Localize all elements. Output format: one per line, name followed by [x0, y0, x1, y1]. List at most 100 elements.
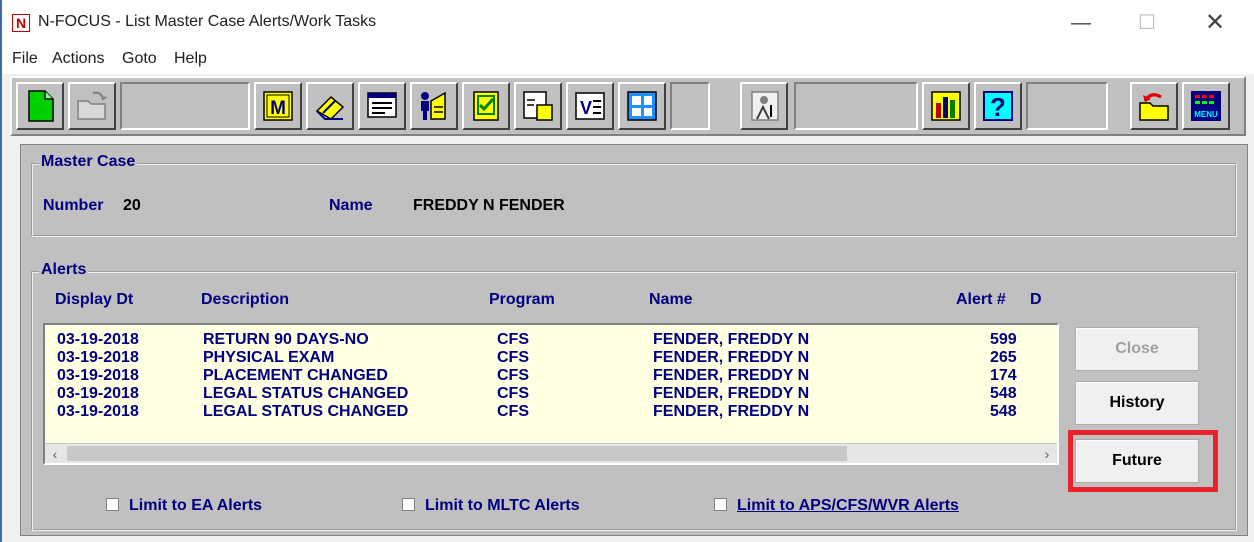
grid-window-icon: [627, 91, 657, 121]
eraser-button[interactable]: [306, 82, 354, 130]
menu-icon: MENU: [1191, 91, 1221, 121]
svg-text:M: M: [270, 98, 286, 119]
row-description: PHYSICAL EXAM: [203, 349, 335, 366]
scroll-right-arrow-icon[interactable]: ›: [1037, 444, 1057, 463]
main-menu-button[interactable]: MENU: [1182, 82, 1230, 130]
checklist-icon: [473, 91, 499, 121]
limit-mltc-checkbox[interactable]: Limit to MLTC Alerts: [402, 497, 580, 515]
checklist-button[interactable]: [462, 82, 510, 130]
menu-file[interactable]: File: [12, 50, 38, 68]
horizontal-scrollbar[interactable]: ‹ ›: [45, 443, 1057, 463]
row-alert-number: 548: [990, 385, 1017, 402]
toolbar-spacer: [794, 82, 918, 130]
statistics-button[interactable]: [922, 82, 970, 130]
alerts-list[interactable]: 03-19-2018 RETURN 90 DAYS-NO CFS FENDER,…: [43, 323, 1059, 465]
help-icon: ?: [983, 91, 1013, 122]
column-header-display-dt[interactable]: Display Dt: [55, 291, 133, 309]
toolbar-spacer: [1026, 82, 1108, 130]
toolbar-spacer: [120, 82, 250, 130]
list-item[interactable]: 03-19-2018 RETURN 90 DAYS-NO CFS FENDER,…: [45, 331, 1045, 349]
row-display-date: 03-19-2018: [57, 403, 139, 420]
limit-ea-checkbox[interactable]: Limit to EA Alerts: [106, 497, 262, 515]
open-folder-icon: [77, 91, 107, 120]
column-header-description[interactable]: Description: [201, 291, 289, 309]
neo-icon: [523, 91, 553, 121]
person-form-button[interactable]: [740, 82, 788, 130]
svg-text:MENU: MENU: [1194, 110, 1218, 119]
menu-goto[interactable]: Goto: [122, 50, 157, 68]
menu-help[interactable]: Help: [174, 50, 207, 68]
alerts-title: Alerts: [39, 261, 89, 279]
row-program: CFS: [497, 367, 529, 384]
neo-button[interactable]: [514, 82, 562, 130]
column-header-program[interactable]: Program: [489, 291, 555, 309]
row-display-date: 03-19-2018: [57, 385, 139, 402]
svg-text:?: ?: [990, 92, 1006, 122]
limit-aps-cfs-wvr-label: Limit to APS/CFS/WVR Alerts: [737, 497, 959, 514]
future-button-highlight: [1068, 430, 1218, 492]
row-description: RETURN 90 DAYS-NO: [203, 331, 369, 348]
person-worksheet-icon: [421, 91, 446, 120]
verify-icon: V: [575, 92, 605, 120]
column-header-name[interactable]: Name: [649, 291, 693, 309]
name-value: FREDDY N FENDER: [413, 197, 565, 214]
limit-mltc-label: Limit to MLTC Alerts: [425, 497, 580, 514]
row-program: CFS: [497, 403, 529, 420]
scroll-left-arrow-icon[interactable]: ‹: [45, 444, 65, 463]
row-description: LEGAL STATUS CHANGED: [203, 385, 409, 402]
history-button[interactable]: History: [1075, 381, 1199, 425]
row-alert-number: 265: [990, 349, 1017, 366]
screen-list-icon: [367, 92, 397, 118]
row-display-date: 03-19-2018: [57, 349, 139, 366]
number-label: Number: [43, 197, 104, 214]
person-form-icon: [751, 91, 779, 121]
checkbox-square[interactable]: [402, 498, 415, 511]
row-alert-number: 548: [990, 403, 1017, 420]
limit-ea-label: Limit to EA Alerts: [129, 497, 263, 514]
row-name: FENDER, FREDDY N: [653, 367, 810, 384]
grid-window-button[interactable]: [618, 82, 666, 130]
window-title: N-FOCUS - List Master Case Alerts/Work T…: [38, 13, 377, 30]
master-case-button[interactable]: M: [254, 82, 302, 130]
eraser-icon: [315, 95, 345, 120]
help-button[interactable]: ?: [974, 82, 1022, 130]
row-name: FENDER, FREDDY N: [653, 385, 810, 402]
open-folder-button[interactable]: [68, 82, 116, 130]
application-window: N N-FOCUS - List Master Case Alerts/Work…: [0, 0, 1254, 542]
limit-aps-cfs-wvr-checkbox[interactable]: Limit to APS/CFS/WVR Alerts: [714, 497, 959, 515]
master-case-title: Master Case: [39, 153, 138, 171]
new-document-button[interactable]: [16, 82, 64, 130]
row-alert-number: 174: [990, 367, 1017, 384]
column-header-d[interactable]: D: [1030, 291, 1042, 309]
row-name: FENDER, FREDDY N: [653, 331, 810, 348]
list-item[interactable]: 03-19-2018 LEGAL STATUS CHANGED CFS FEND…: [45, 385, 1045, 403]
master-case-group: Master Case: [31, 153, 1237, 237]
close-button[interactable]: Close: [1075, 327, 1199, 371]
person-worksheet-button[interactable]: [410, 82, 458, 130]
verify-button[interactable]: V: [566, 82, 614, 130]
maximize-button[interactable]: ☐: [1124, 8, 1170, 40]
menu-bar: File Actions Goto Help: [2, 46, 1254, 74]
menu-actions[interactable]: Actions: [52, 50, 104, 68]
master-case-icon: M: [263, 91, 293, 121]
checkbox-square[interactable]: [714, 498, 727, 511]
row-program: CFS: [497, 349, 529, 366]
row-program: CFS: [497, 385, 529, 402]
open-recent-folder-icon: [1139, 93, 1169, 121]
open-recent-button[interactable]: [1130, 82, 1178, 130]
list-item[interactable]: 03-19-2018 LEGAL STATUS CHANGED CFS FEND…: [45, 403, 1045, 421]
toolbar-spacer: [670, 82, 710, 130]
list-item[interactable]: 03-19-2018 PHYSICAL EXAM CFS FENDER, FRE…: [45, 349, 1045, 367]
checkbox-square[interactable]: [106, 498, 119, 511]
name-label: Name: [329, 197, 373, 214]
toolbar: M V ? MENU: [10, 76, 1246, 136]
row-program: CFS: [497, 331, 529, 348]
svg-text:V: V: [580, 98, 592, 118]
screen-list-button[interactable]: [358, 82, 406, 130]
main-panel: Master Case Number 20 Name FREDDY N FEND…: [20, 144, 1248, 536]
minimize-button[interactable]: —: [1058, 8, 1104, 40]
scroll-thumb[interactable]: [67, 446, 847, 461]
column-header-alert-number[interactable]: Alert #: [956, 291, 1006, 309]
close-window-button[interactable]: ✕: [1192, 8, 1238, 40]
list-item[interactable]: 03-19-2018 PLACEMENT CHANGED CFS FENDER,…: [45, 367, 1045, 385]
